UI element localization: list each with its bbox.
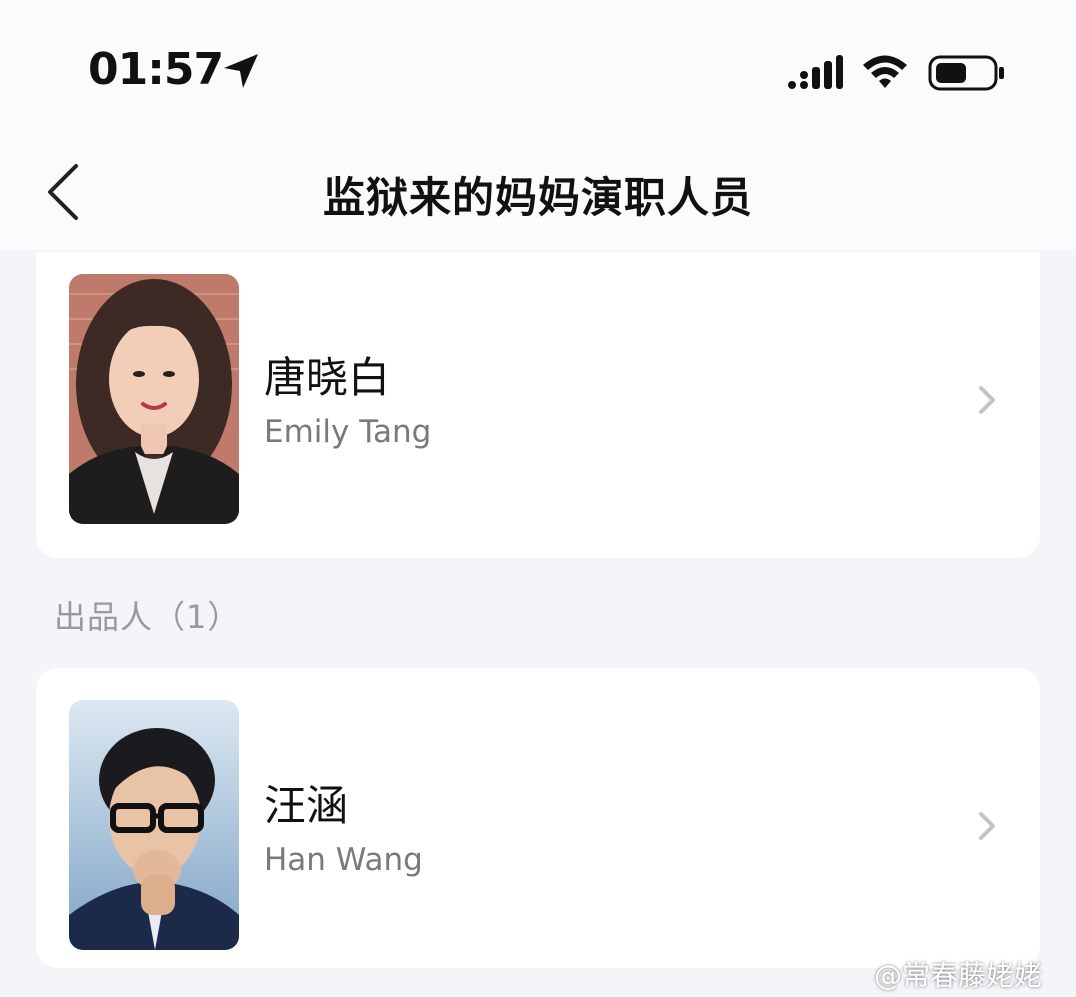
person-photo	[69, 274, 239, 524]
person-name-en: Emily Tang	[264, 414, 432, 450]
person-name-en: Han Wang	[264, 842, 423, 878]
person-name-cn: 汪涵	[264, 781, 349, 830]
person-photo	[69, 700, 239, 950]
status-bar: 01:57	[0, 0, 1076, 130]
chevron-right-icon	[979, 812, 995, 840]
person-name-cn: 唐晓白	[264, 353, 391, 402]
status-time: 01:57	[88, 44, 224, 95]
wifi-icon	[863, 55, 907, 88]
page-title: 监狱来的妈妈演职人员	[322, 173, 753, 222]
chevron-right-icon	[979, 386, 995, 414]
cellular-signal-icon	[788, 55, 843, 89]
location-arrow-icon	[224, 54, 258, 88]
portrait-image	[69, 274, 239, 524]
section-header-producers: 出品人（1）	[54, 598, 241, 636]
producer-card[interactable]: 汪涵 Han Wang	[36, 668, 1040, 968]
portrait-image	[69, 700, 239, 950]
nav-bar: 监狱来的妈妈演职人员	[0, 130, 1076, 250]
battery-icon	[928, 55, 1004, 91]
cast-card[interactable]: 唐晓白 Emily Tang	[36, 252, 1040, 558]
watermark: @常春藤姥姥	[874, 959, 1043, 992]
